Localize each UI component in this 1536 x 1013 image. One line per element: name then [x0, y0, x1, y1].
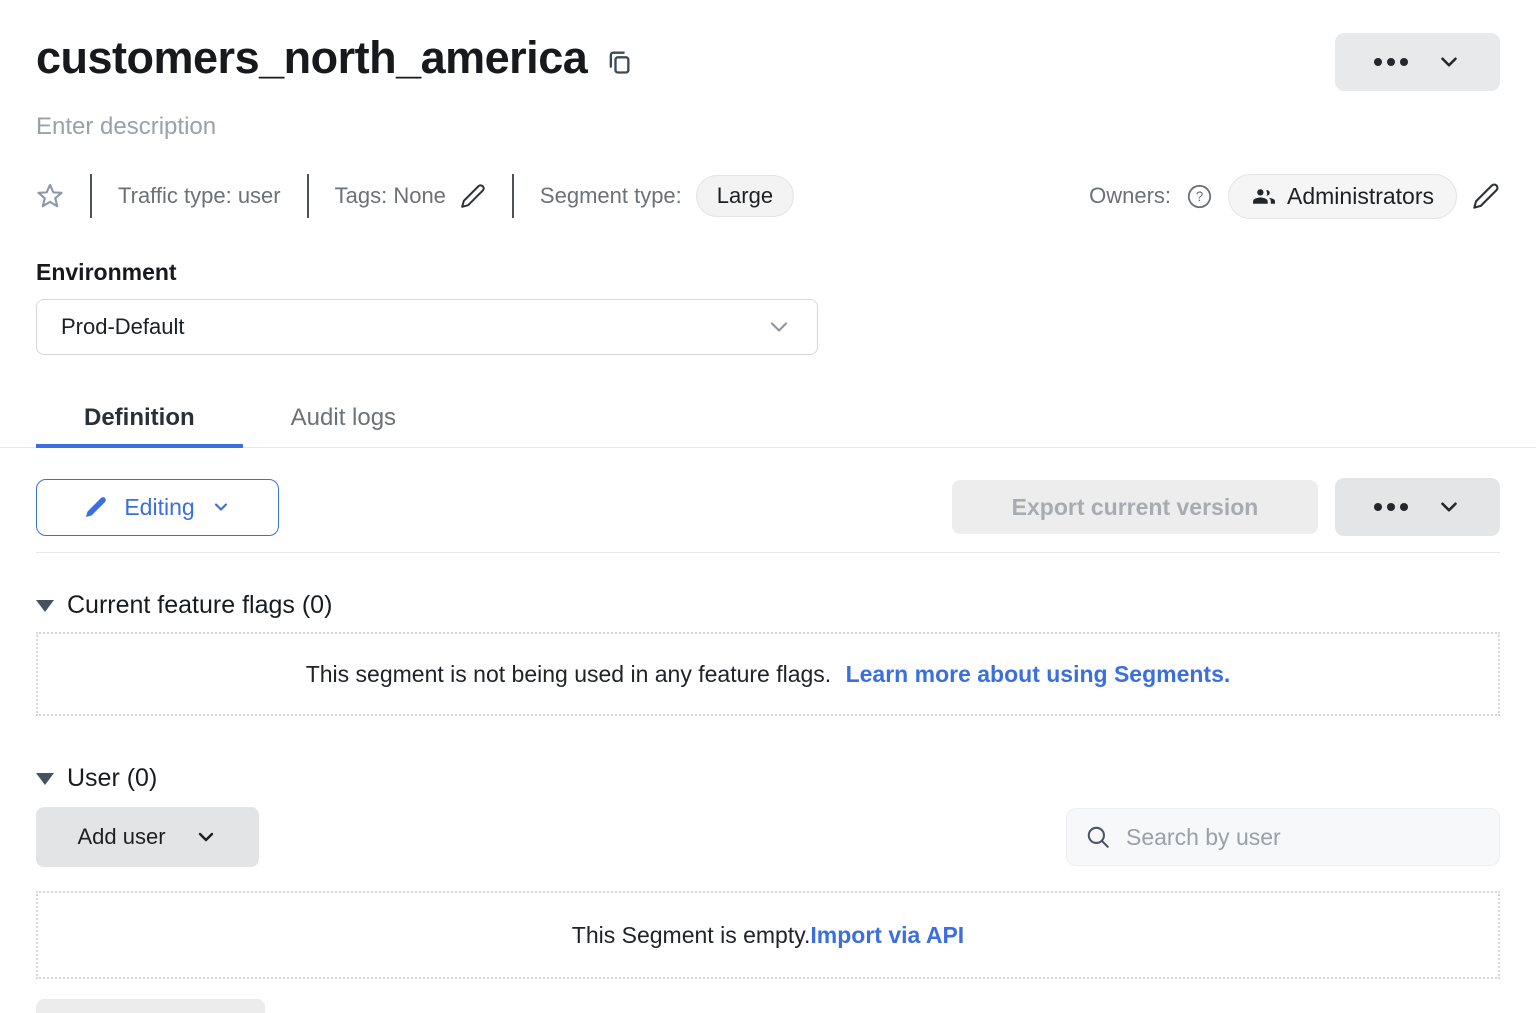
cutoff-button[interactable]: [36, 999, 265, 1013]
chevron-down-icon: [194, 825, 218, 849]
feature-flags-section-header: Current feature flags (0): [36, 591, 1500, 620]
segment-detail-page: customers_north_america Enter descriptio…: [0, 0, 1536, 1013]
page-header: customers_north_america: [36, 0, 1500, 91]
add-user-button[interactable]: Add user: [36, 807, 259, 867]
edit-owners-pencil-icon[interactable]: [1472, 182, 1500, 210]
search-by-user-input[interactable]: [1124, 823, 1481, 852]
collapse-triangle-icon[interactable]: [36, 600, 54, 612]
owners-label: Owners:: [1089, 183, 1171, 209]
segment-type-label: Segment type:: [540, 183, 682, 209]
segment-empty-text: This Segment is empty.: [572, 922, 811, 948]
page-title: customers_north_america: [36, 30, 587, 86]
chevron-down-icon: [211, 497, 231, 517]
definition-toolbar: Editing Export current version: [36, 478, 1500, 536]
meta-divider: [307, 174, 309, 218]
tab-audit-logs[interactable]: Audit logs: [243, 391, 444, 448]
edit-tags-pencil-icon[interactable]: [460, 183, 486, 209]
meta-row: Traffic type: user Tags: None Segment ty…: [36, 173, 1500, 219]
title-wrap: customers_north_america: [36, 30, 633, 86]
traffic-type-label: Traffic type: user: [118, 183, 281, 209]
meta-divider: [90, 174, 92, 218]
segment-type-badge: Large: [696, 175, 794, 217]
import-via-api-link[interactable]: Import via API: [810, 922, 964, 948]
feature-flags-empty-state: This segment is not being used in any fe…: [36, 632, 1500, 716]
tags-item: Tags: None: [335, 183, 486, 209]
owners-help-icon[interactable]: ?: [1186, 183, 1213, 210]
pencil-icon: [84, 495, 108, 519]
environment-label: Environment: [36, 259, 1500, 286]
editing-mode-button[interactable]: Editing: [36, 479, 279, 536]
learn-more-segments-link[interactable]: Learn more about using Segments.: [846, 661, 1231, 687]
toolbar-right-group: Export current version: [952, 478, 1500, 536]
feature-flags-empty-text: This segment is not being used in any fe…: [306, 661, 831, 687]
favorite-star-icon[interactable]: [36, 182, 64, 210]
chevron-down-icon: [1436, 49, 1462, 75]
environment-select[interactable]: Prod-Default: [36, 299, 818, 355]
search-by-user-box: [1066, 808, 1500, 866]
editing-label: Editing: [124, 494, 194, 521]
user-toolbar: Add user: [36, 807, 1500, 867]
owners-badge[interactable]: Administrators: [1228, 174, 1457, 219]
description-placeholder[interactable]: Enter description: [36, 113, 1500, 141]
owners-group: Owners: ? Administrators: [1089, 174, 1500, 219]
tags-label: Tags: None: [335, 183, 446, 209]
environment-selected-value: Prod-Default: [61, 314, 185, 340]
meta-divider: [512, 174, 514, 218]
chevron-down-icon: [765, 313, 793, 341]
tab-definition[interactable]: Definition: [36, 391, 243, 448]
ellipsis-icon: [1374, 58, 1408, 66]
add-user-label: Add user: [77, 824, 165, 850]
chevron-down-icon: [1436, 494, 1462, 520]
copy-icon[interactable]: [605, 47, 633, 77]
ellipsis-icon: [1374, 503, 1408, 511]
feature-flags-heading: Current feature flags (0): [67, 591, 332, 620]
definition-more-menu-button[interactable]: [1335, 478, 1500, 536]
user-section-header: User (0): [36, 764, 1500, 793]
segment-type-item: Segment type: Large: [540, 175, 794, 217]
collapse-triangle-icon[interactable]: [36, 773, 54, 785]
owners-value: Administrators: [1287, 183, 1434, 210]
tab-bar: Definition Audit logs: [0, 391, 1536, 448]
segment-empty-state: This Segment is empty.Import via API: [36, 891, 1500, 979]
search-icon: [1085, 824, 1111, 850]
user-heading: User (0): [67, 764, 157, 793]
people-icon: [1251, 184, 1276, 209]
header-more-menu-button[interactable]: [1335, 33, 1500, 91]
toolbar-divider: [36, 552, 1500, 553]
export-current-version-button[interactable]: Export current version: [952, 480, 1318, 534]
svg-text:?: ?: [1196, 189, 1204, 204]
